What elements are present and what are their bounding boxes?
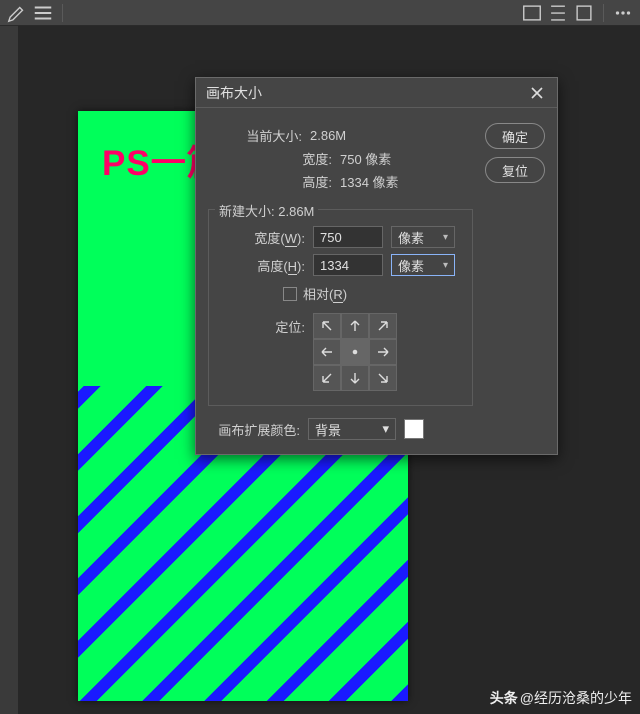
dialog-buttons: 确定 复位: [485, 123, 545, 183]
new-size-group: 新建大小: 2.86M 宽度(W): 像素 ▾ 高度(H): 像素 ▾: [208, 209, 473, 406]
current-size-row: 当前大小: 2.86M: [220, 126, 461, 145]
anchor-center[interactable]: [341, 339, 369, 365]
extension-color-row: 画布扩展颜色: 背景 ▾: [208, 418, 545, 440]
width-input[interactable]: [313, 226, 383, 248]
toolbar-menu-icon[interactable]: [32, 3, 54, 23]
current-width-value: 750 像素: [340, 149, 391, 168]
new-size-legend-text: 新建大小:: [219, 204, 275, 219]
dialog-body: 确定 复位 当前大小: 2.86M 宽度: 750 像素 高度: 1334 像素…: [196, 108, 557, 454]
toolbar-align-icon[interactable]: [521, 3, 543, 23]
height-label: 高度(H):: [221, 256, 313, 275]
width-unit-select[interactable]: 像素 ▾: [391, 226, 455, 248]
new-size-legend: 新建大小: 2.86M: [215, 201, 318, 220]
toolbar-eyedropper-icon[interactable]: [6, 3, 28, 23]
width-unit-value: 像素: [398, 228, 424, 247]
ok-button[interactable]: 确定: [485, 123, 545, 149]
anchor-se[interactable]: [369, 365, 397, 391]
chevron-down-icon: ▾: [443, 232, 448, 243]
canvas-size-dialog: 画布大小 确定 复位 当前大小: 2.86M 宽度: 750 像素 高度: 13…: [195, 77, 558, 455]
toolbar-distribute-icon[interactable]: [547, 3, 569, 23]
toolbar-divider: [603, 4, 604, 22]
close-icon[interactable]: [527, 83, 547, 103]
relative-row: 相对(R): [221, 284, 460, 303]
app-options-bar: [0, 0, 640, 26]
current-height-value: 1334 像素: [340, 172, 399, 191]
extension-color-swatch[interactable]: [404, 419, 424, 439]
current-height-row: 高度: 1334 像素: [220, 172, 461, 191]
anchor-grid: [313, 313, 397, 391]
anchor-e[interactable]: [369, 339, 397, 365]
extension-color-label: 画布扩展颜色:: [208, 420, 308, 439]
anchor-ne[interactable]: [369, 313, 397, 339]
anchor-sw[interactable]: [313, 365, 341, 391]
current-size-group: 当前大小: 2.86M 宽度: 750 像素 高度: 1334 像素: [208, 118, 473, 199]
current-size-label: 当前大小:: [220, 126, 310, 145]
anchor-w[interactable]: [313, 339, 341, 365]
reset-button[interactable]: 复位: [485, 157, 545, 183]
watermark-user: @经历沧桑的少年: [520, 688, 632, 708]
watermark-brand: 头条: [490, 688, 518, 708]
current-width-label: 宽度:: [220, 149, 340, 168]
watermark: 头条 @经历沧桑的少年: [490, 688, 632, 708]
width-label: 宽度(W):: [221, 228, 313, 247]
dialog-title: 画布大小: [206, 83, 262, 103]
extension-color-value: 背景: [315, 420, 341, 439]
toolbar-3d-icon[interactable]: [573, 3, 595, 23]
chevron-down-icon: ▾: [382, 421, 389, 437]
anchor-n[interactable]: [341, 313, 369, 339]
anchor-s[interactable]: [341, 365, 369, 391]
relative-label: 相对(R): [303, 284, 347, 303]
height-unit-select[interactable]: 像素 ▾: [391, 254, 455, 276]
toolbar-more-icon[interactable]: [612, 3, 634, 23]
tool-panel-edge: [0, 26, 18, 714]
anchor-nw[interactable]: [313, 313, 341, 339]
current-size-value: 2.86M: [310, 128, 346, 143]
width-row: 宽度(W): 像素 ▾: [221, 226, 460, 248]
height-input[interactable]: [313, 254, 383, 276]
new-size-value: 2.86M: [278, 204, 314, 219]
current-width-row: 宽度: 750 像素: [220, 149, 461, 168]
anchor-row: 定位:: [221, 313, 460, 391]
extension-color-select[interactable]: 背景 ▾: [308, 418, 396, 440]
height-row: 高度(H): 像素 ▾: [221, 254, 460, 276]
current-height-label: 高度:: [220, 172, 340, 191]
chevron-down-icon: ▾: [443, 260, 448, 271]
height-unit-value: 像素: [398, 256, 424, 275]
anchor-label: 定位:: [221, 313, 313, 336]
relative-checkbox[interactable]: [283, 287, 297, 301]
toolbar-divider: [62, 4, 63, 22]
dialog-titlebar[interactable]: 画布大小: [196, 78, 557, 108]
